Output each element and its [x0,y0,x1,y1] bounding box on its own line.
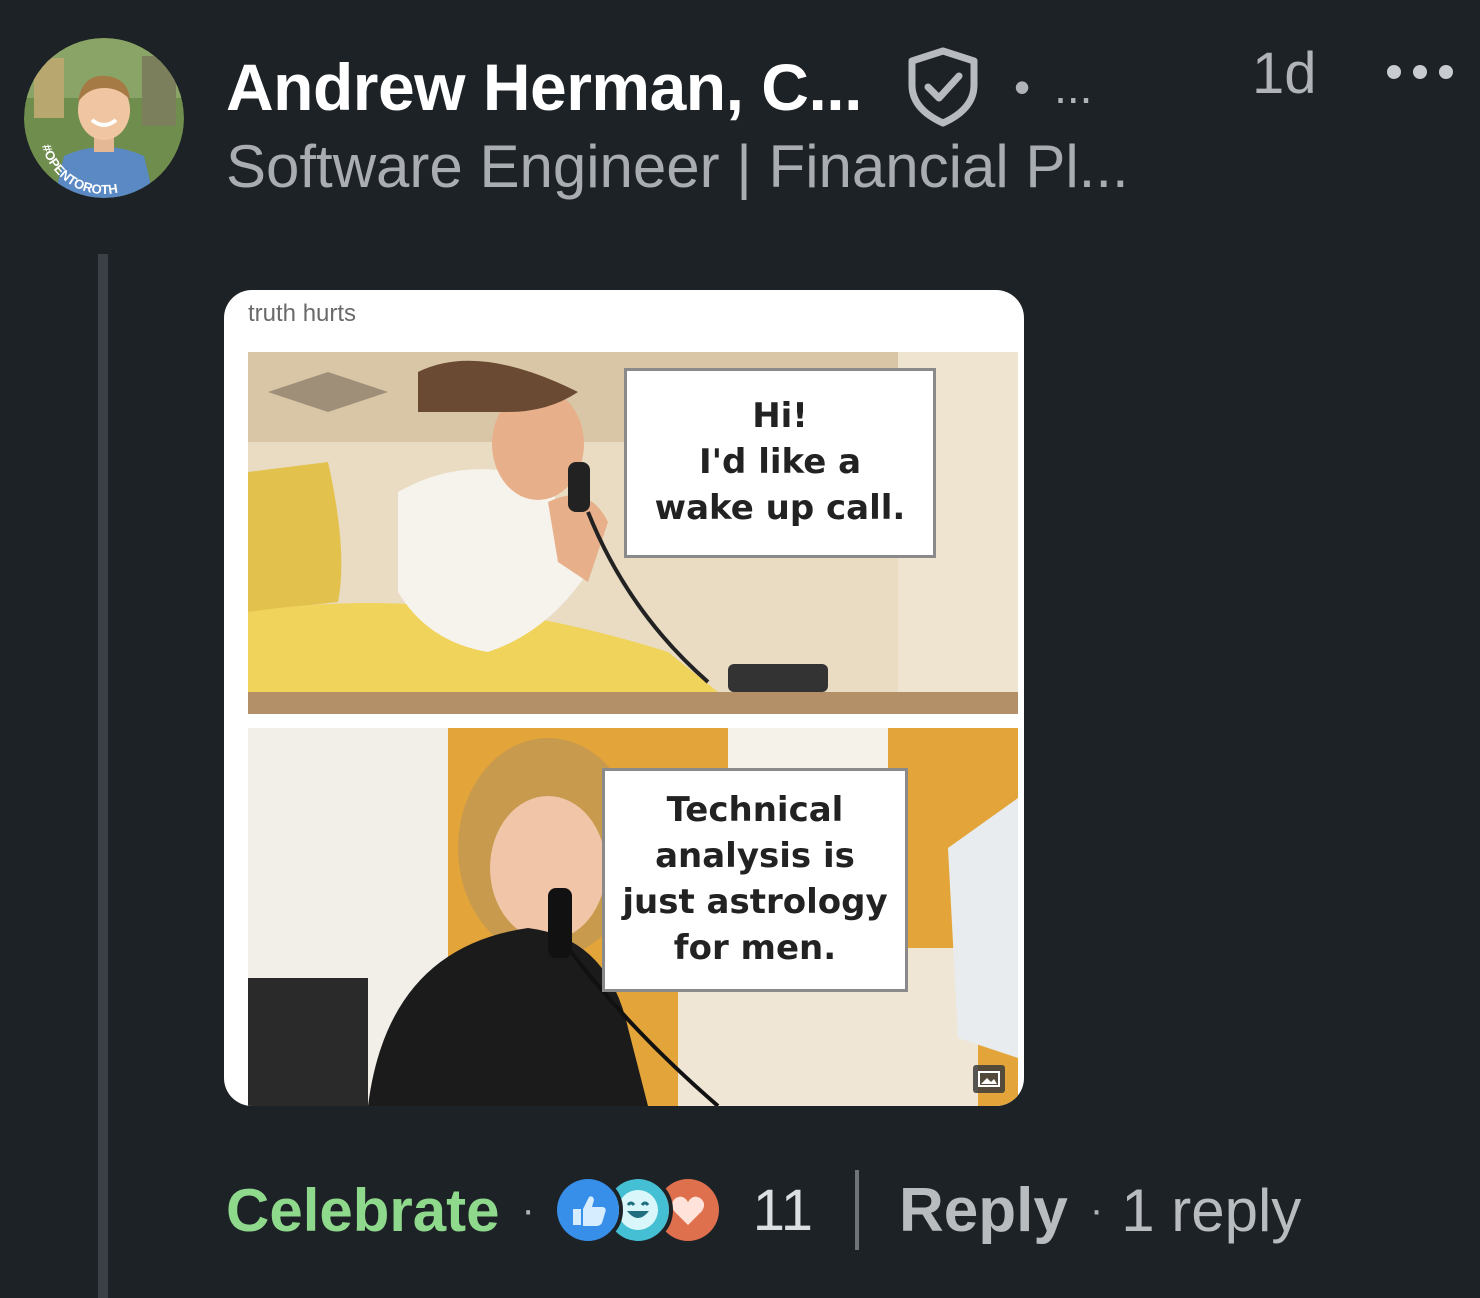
reaction-count: 11 [752,1177,814,1243]
replies-count-link[interactable]: 1 reply [1121,1176,1301,1245]
meme-panel-top: Hi! I'd like a wake up call. [248,352,1018,714]
speech-text-bottom: Technical analysis is just astrology for… [622,790,888,968]
author-headline: Software Engineer | Financial Pl... [226,133,1129,200]
reactions-summary[interactable]: 11 [552,1175,814,1245]
image-expand-icon[interactable] [972,1064,1006,1094]
meme-caption: truth hurts [248,300,357,327]
speech-text-top: Hi! I'd like a wake up call. [654,396,906,528]
author-header: Andrew Herman, C... • ... [226,46,1092,128]
more-options-button[interactable] [1384,56,1456,88]
reply-button[interactable]: Reply [899,1175,1068,1246]
verified-shield-icon [906,47,980,127]
author-name[interactable]: Andrew Herman, C... [226,49,862,125]
celebrate-reaction-button[interactable]: Celebrate [226,1176,499,1245]
like-icon [552,1175,623,1245]
header-separator: • [1013,61,1031,113]
comment-item: #OPENTOROTH Andrew Herman, C... • ... 1d… [0,0,1480,1298]
speech-bubble-top: Hi! I'd like a wake up call. [624,368,936,558]
reply-separator: · [1089,1187,1104,1232]
actions-separator: · [521,1187,535,1232]
more-horizontal-icon [1387,65,1453,79]
comment-actions: Celebrate · 11 Reply · 1 reply [226,1160,1301,1260]
comment-image-attachment[interactable]: truth hurts Hi! I'd like a wake up call.… [224,290,1024,1106]
actions-divider [855,1170,860,1250]
author-avatar[interactable]: #OPENTOROTH [24,38,184,198]
meme-panel-bottom: Technical analysis is just astrology for… [248,728,1018,1106]
thread-line [98,254,108,1298]
comment-timestamp: 1d [1252,41,1317,106]
connection-degree: ... [1054,61,1093,113]
speech-bubble-bottom: Technical analysis is just astrology for… [602,768,908,992]
